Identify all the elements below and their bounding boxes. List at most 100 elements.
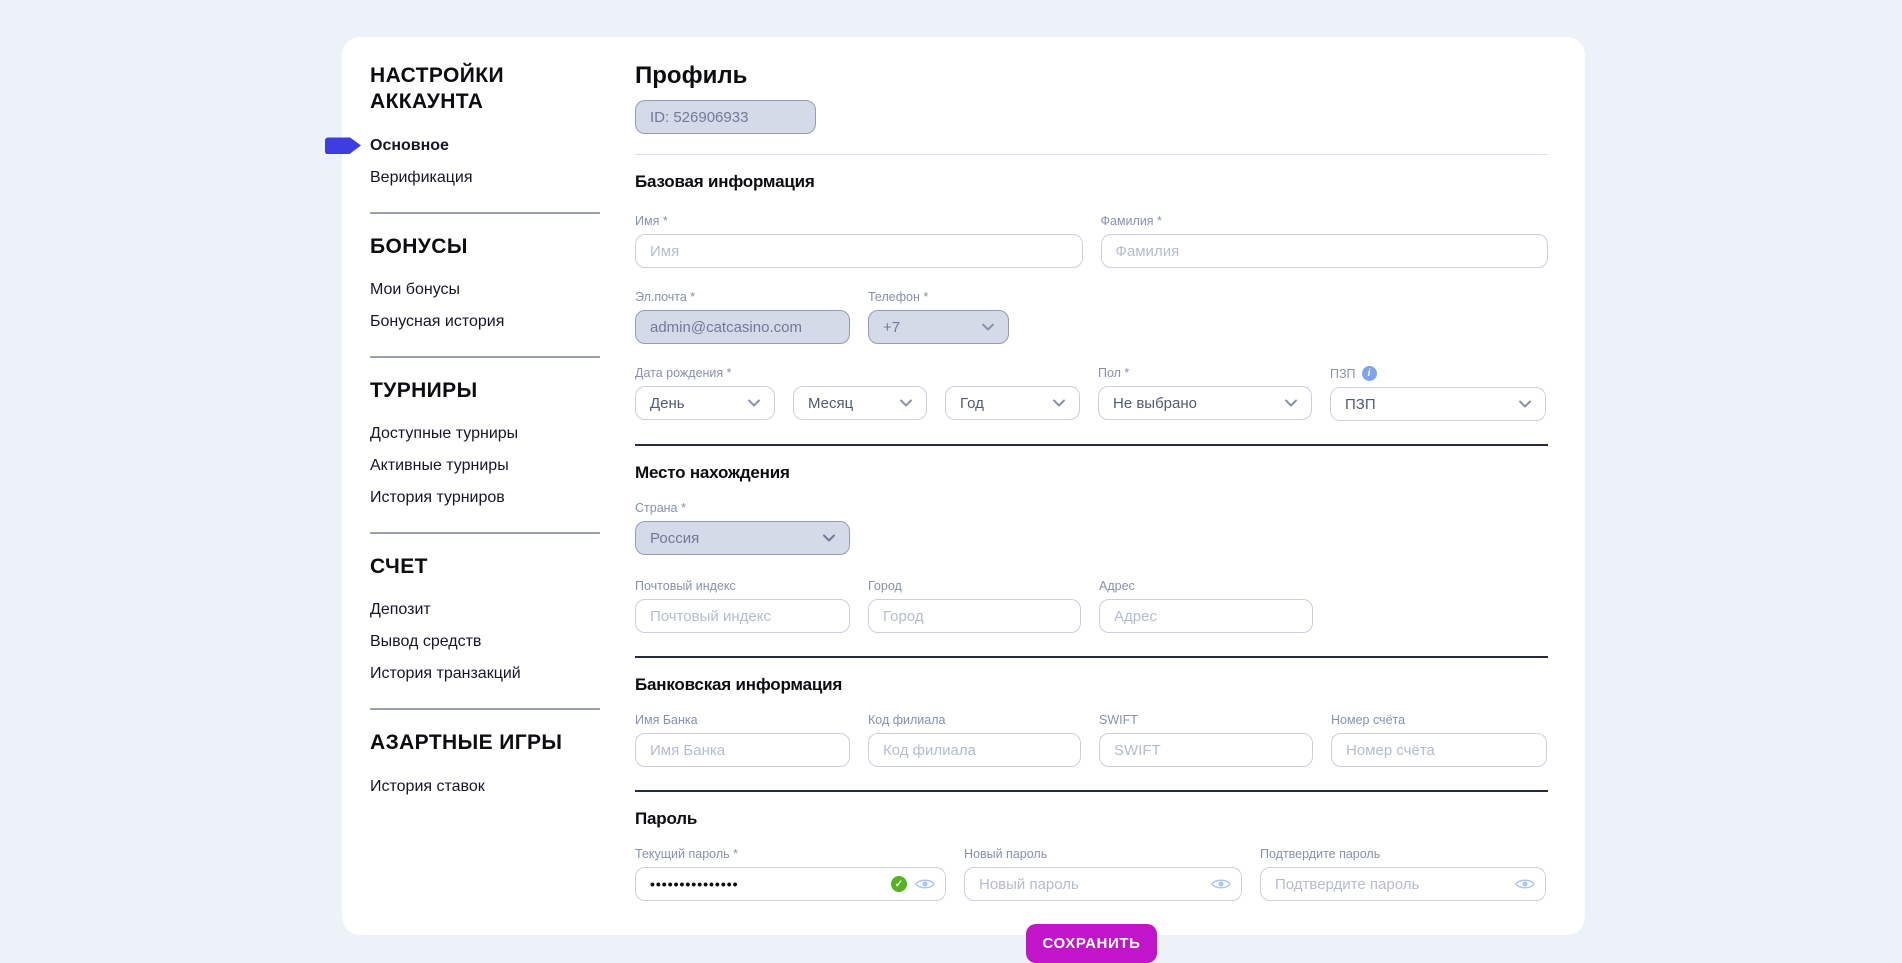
sidebar-item-my-bonuses[interactable]: Мои бонусы [370,274,600,306]
phone-code-select: +7 [868,310,1009,344]
sidebar-section-bonuses: БОНУСЫ Мои бонусы Бонусная история [370,234,600,358]
country-label: Страна * [635,501,850,515]
email-input [635,310,850,344]
sidebar-item-verification[interactable]: Верификация [370,162,600,194]
address-input[interactable] [1099,599,1313,633]
current-password-field-group: Текущий пароль * ✓ [635,847,946,901]
birth-year-select[interactable]: Год [945,386,1080,420]
current-password-label: Текущий пароль * [635,847,946,861]
confirm-password-input[interactable] [1260,867,1546,901]
first-name-input[interactable] [635,234,1083,268]
gender-select[interactable]: Не выбрано [1098,386,1312,420]
sidebar-item-main[interactable]: Основное [370,130,600,162]
sidebar-item-label: Вывод средств [370,633,481,650]
section-heading-bank: Банковская информация [635,675,1548,695]
info-icon[interactable]: i [1362,366,1377,381]
sidebar-item-label: История ставок [370,778,485,795]
valid-check-icon: ✓ [891,876,907,892]
sidebar-item-active-tournaments[interactable]: Активные турниры [370,450,600,482]
sidebar: НАСТРОЙКИ АККАУНТА Основное Верификация … [342,37,600,841]
swift-input[interactable] [1099,733,1313,767]
confirm-password-field-group: Подтвердите пароль [1260,847,1546,901]
sidebar-item-bet-history[interactable]: История ставок [370,771,600,803]
city-label: Город [868,579,1081,593]
chevron-down-icon [823,534,835,542]
bank-name-input[interactable] [635,733,850,767]
country-select: Россия [635,521,850,555]
sidebar-item-label: Верификация [370,169,473,186]
sidebar-item-deposit[interactable]: Депозит [370,594,600,626]
sidebar-item-bonus-history[interactable]: Бонусная история [370,306,600,338]
sidebar-item-label: История турниров [370,489,505,506]
sidebar-item-available-tournaments[interactable]: Доступные турниры [370,418,600,450]
chevron-down-icon [1285,399,1297,407]
divider [635,656,1548,658]
new-password-field-group: Новый пароль [964,847,1242,901]
sidebar-heading-gambling: АЗАРТНЫЕ ИГРЫ [370,730,570,756]
eye-icon[interactable] [1211,877,1231,891]
sidebar-item-withdrawal[interactable]: Вывод средств [370,626,600,658]
sidebar-heading-money: СЧЕТ [370,554,570,580]
swift-label: SWIFT [1099,713,1313,727]
birth-day-select[interactable]: День [635,386,775,420]
city-field-group: Город [868,579,1081,633]
confirm-password-label: Подтвердите пароль [1260,847,1546,861]
account-number-label: Номер счёта [1331,713,1547,727]
first-name-label: Имя * [635,214,1083,228]
first-name-field-group: Имя * [635,214,1083,268]
birth-month-field-group: Месяц [793,366,927,421]
postal-code-input[interactable] [635,599,850,633]
chevron-down-icon [748,399,760,407]
new-password-input[interactable] [964,867,1242,901]
birth-year-label [945,366,1080,380]
pep-select[interactable]: ПЗП [1330,387,1546,421]
divider [635,444,1548,446]
section-heading-location: Место нахождения [635,463,1548,483]
birth-date-label: Дата рождения * [635,366,775,380]
active-item-arrow-icon [325,137,361,154]
pep-field-group: ПЗП i ПЗП [1330,366,1546,421]
account-number-input[interactable] [1331,733,1547,767]
sidebar-heading-account: НАСТРОЙКИ АККАУНТА [370,63,570,116]
branch-code-field-group: Код филиала [868,713,1081,767]
sidebar-item-transaction-history[interactable]: История транзакций [370,658,600,690]
pep-label: ПЗП i [1330,366,1546,381]
birth-month-label [793,366,927,380]
sidebar-item-label: Депозит [370,601,431,618]
birth-day-field-group: Дата рождения * День [635,366,775,421]
chevron-down-icon [1519,400,1531,408]
sidebar-section-account: НАСТРОЙКИ АККАУНТА Основное Верификация [370,63,600,214]
birth-year-field-group: Год [945,366,1080,421]
chevron-down-icon [1053,399,1065,407]
phone-field-group: Телефон * +7 [868,290,1009,344]
eye-icon[interactable] [915,877,935,891]
phone-label: Телефон * [868,290,1009,304]
save-button[interactable]: СОХРАНИТЬ [1026,924,1157,963]
divider [635,154,1548,155]
branch-code-input[interactable] [868,733,1081,767]
page-title: Профиль [635,61,1548,91]
sidebar-item-tournament-history[interactable]: История турниров [370,482,600,514]
sidebar-item-label: Активные турниры [370,457,509,474]
sidebar-section-tournaments: ТУРНИРЫ Доступные турниры Активные турни… [370,378,600,534]
sidebar-section-gambling: АЗАРТНЫЕ ИГРЫ История ставок [370,730,600,820]
swift-field-group: SWIFT [1099,713,1313,767]
sidebar-item-label: Доступные турниры [370,425,518,442]
last-name-label: Фамилия * [1101,214,1549,228]
account-settings-card: НАСТРОЙКИ АККАУНТА Основное Верификация … [342,37,1585,935]
last-name-input[interactable] [1101,234,1549,268]
city-input[interactable] [868,599,1081,633]
eye-icon[interactable] [1515,877,1535,891]
branch-code-label: Код филиала [868,713,1081,727]
new-password-label: Новый пароль [964,847,1242,861]
email-field-group: Эл.почта * [635,290,850,344]
section-heading-basic-info: Базовая информация [635,172,1548,192]
postal-code-field-group: Почтовый индекс [635,579,850,633]
profile-content: Профиль Базовая информация Имя * Фамилия… [635,37,1548,963]
email-label: Эл.почта * [635,290,850,304]
gender-label: Пол * [1098,366,1312,380]
sidebar-item-label: Бонусная история [370,313,504,330]
birth-month-select[interactable]: Месяц [793,386,927,420]
sidebar-item-label: Мои бонусы [370,281,460,298]
section-heading-password: Пароль [635,809,1548,829]
